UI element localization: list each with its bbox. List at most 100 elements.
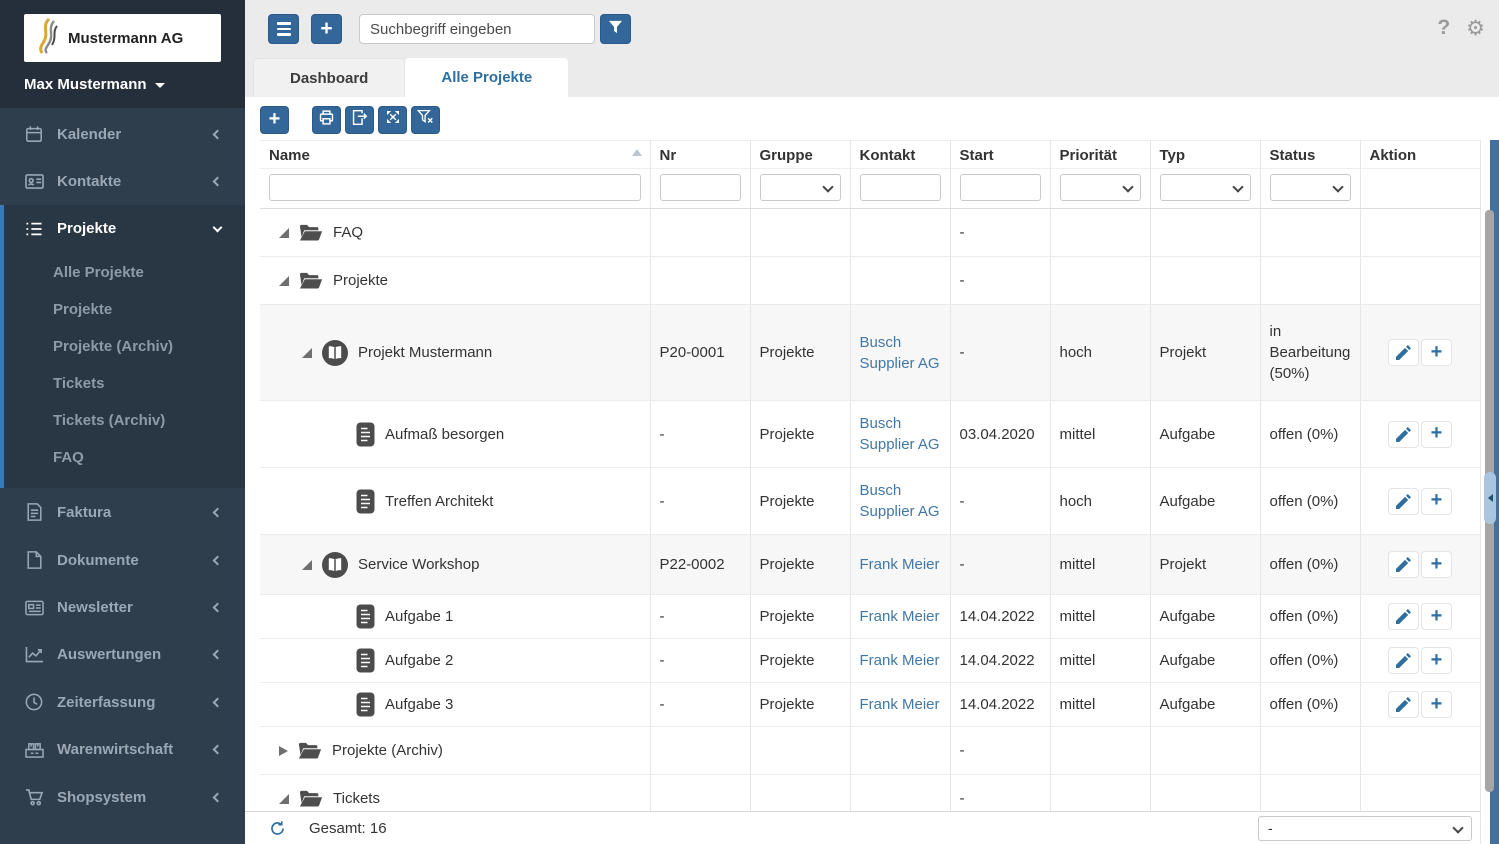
sidebar-item-dokumente[interactable]: Dokumente <box>0 536 245 584</box>
contact-link[interactable]: Busch Supplier AG <box>860 415 940 453</box>
edit-button[interactable] <box>1388 647 1419 674</box>
table-row[interactable]: Projekte (Archiv) - <box>260 726 1481 775</box>
sidebar-subitem-faq[interactable]: FAQ <box>4 439 245 476</box>
sidebar-item-faktura[interactable]: Faktura <box>0 488 245 536</box>
filter-select-status[interactable] <box>1269 174 1351 201</box>
row-name: Aufgabe 3 <box>385 696 454 713</box>
edit-button[interactable] <box>1388 691 1419 718</box>
expand-button[interactable] <box>378 105 407 134</box>
edit-button[interactable] <box>1388 420 1419 448</box>
tree-collapse-icon[interactable] <box>302 559 312 570</box>
add-subitem-button[interactable]: + <box>1421 647 1452 674</box>
scroll-drag-handle[interactable] <box>1484 472 1496 524</box>
tree-expand-icon[interactable] <box>279 745 288 756</box>
contact-link[interactable]: Busch Supplier AG <box>860 482 940 520</box>
pencil-icon <box>1396 493 1411 509</box>
print-button[interactable] <box>312 105 341 134</box>
sidebar-subitem-tickets-archiv[interactable]: Tickets (Archiv) <box>4 402 245 439</box>
filter-select-prioritt[interactable] <box>1059 174 1141 201</box>
filter-select-typ[interactable] <box>1159 174 1251 201</box>
filter-input-start[interactable] <box>959 174 1041 201</box>
export-button[interactable] <box>345 105 374 134</box>
add-subitem-button[interactable]: + <box>1421 603 1452 630</box>
sidebar-item-kontakte[interactable]: Kontakte <box>0 158 245 205</box>
add-button[interactable]: + <box>311 14 342 44</box>
tab-dashboard[interactable]: Dashboard <box>253 58 406 97</box>
tree-collapse-icon[interactable] <box>302 347 312 358</box>
table-row[interactable]: Projekt Mustermann P20-0001 Projekte Busch … <box>260 304 1481 401</box>
table-row[interactable]: FAQ - <box>260 208 1481 257</box>
filter-input-nr[interactable] <box>659 174 741 201</box>
table-row[interactable]: Aufgabe 1 - Projekte Frank Meier 14.04.2022 m… <box>260 594 1481 639</box>
contact-link[interactable]: Frank Meier <box>860 652 940 669</box>
cell-kontakt: Busch Supplier AG <box>850 467 951 535</box>
sidebar-subitem-projekte[interactable]: Projekte <box>4 291 245 328</box>
edit-button[interactable] <box>1388 603 1419 630</box>
sidebar-item-zeiterfassung[interactable]: Zeiterfassung <box>0 678 245 726</box>
edit-button[interactable] <box>1388 487 1419 515</box>
column-header-start[interactable]: Start <box>950 140 1051 169</box>
contact-link[interactable]: Frank Meier <box>860 556 940 573</box>
filter-select-gruppe[interactable] <box>759 174 841 201</box>
cell-aktion <box>1360 256 1481 305</box>
cell-aktion: + <box>1360 682 1481 727</box>
filter-input-kontakt[interactable] <box>859 174 941 201</box>
sort-ascending-icon[interactable] <box>631 149 642 156</box>
sidebar-item-shopsystem[interactable]: Shopsystem <box>0 773 245 821</box>
clear-filter-button[interactable] <box>411 105 440 134</box>
column-header-name[interactable]: Name <box>260 140 651 169</box>
table-row[interactable]: Aufgabe 2 - Projekte Frank Meier 14.04.2022 m… <box>260 638 1481 683</box>
gear-icon[interactable]: ⚙ <box>1466 17 1485 39</box>
sidebar-item-newsletter[interactable]: Newsletter <box>0 584 245 631</box>
menu-toggle-button[interactable] <box>268 14 299 44</box>
filter-input-name[interactable] <box>269 174 641 201</box>
plus-icon: + <box>1430 604 1443 627</box>
sidebar-item-projekte[interactable]: Projekte <box>4 205 245 252</box>
refresh-icon[interactable] <box>269 820 286 837</box>
company-logo[interactable]: Mustermann AG <box>24 14 221 62</box>
search-input[interactable] <box>359 14 595 44</box>
contact-link[interactable]: Busch Supplier AG <box>860 334 940 372</box>
column-header-aktion[interactable]: Aktion <box>1360 140 1481 169</box>
table-row[interactable]: Aufmaß besorgen - Projekte Busch Supplier A… <box>260 400 1481 468</box>
sidebar-subitem-projekte-archiv[interactable]: Projekte (Archiv) <box>4 328 245 365</box>
tab-alle-projekte[interactable]: Alle Projekte <box>405 58 569 97</box>
sidebar-item-auswertungen[interactable]: Auswertungen <box>0 631 245 678</box>
tree-collapse-icon[interactable] <box>279 227 289 238</box>
column-header-gruppe[interactable]: Gruppe <box>750 140 851 169</box>
sidebar-subitem-alle-projekte[interactable]: Alle Projekte <box>4 254 245 291</box>
edit-button[interactable] <box>1388 551 1419 578</box>
add-subitem-button[interactable]: + <box>1421 487 1452 515</box>
add-subitem-button[interactable]: + <box>1421 551 1452 578</box>
contact-link[interactable]: Frank Meier <box>860 608 940 625</box>
column-header-typ[interactable]: Typ <box>1150 140 1261 169</box>
help-icon[interactable]: ? <box>1437 16 1450 40</box>
page-select[interactable]: - <box>1258 815 1472 841</box>
column-header-kontakt[interactable]: Kontakt <box>850 140 951 169</box>
table-row[interactable]: Service Workshop P22-0002 Projekte Frank Me… <box>260 534 1481 595</box>
edit-button[interactable] <box>1388 339 1419 366</box>
sidebar-item-kalender[interactable]: Kalender <box>0 110 245 158</box>
column-header-status[interactable]: Status <box>1260 140 1361 169</box>
search-filter-button[interactable] <box>600 14 631 44</box>
plus-icon: + <box>1430 552 1443 575</box>
user-menu[interactable]: Max Mustermann <box>24 62 221 108</box>
filter-cell <box>950 168 1051 209</box>
table-row[interactable]: Aufgabe 3 - Projekte Frank Meier 14.04.2022 m… <box>260 682 1481 727</box>
contact-link[interactable]: Frank Meier <box>860 696 940 713</box>
sidebar-subitem-tickets[interactable]: Tickets <box>4 365 245 402</box>
column-header-nr[interactable]: Nr <box>650 140 751 169</box>
sidebar-item-warenwirtschaft[interactable]: Warenwirtschaft <box>0 726 245 773</box>
cell-prioritaet: mittel <box>1050 638 1151 683</box>
tree-collapse-icon[interactable] <box>279 793 289 804</box>
add-subitem-button[interactable]: + <box>1421 420 1452 448</box>
add-subitem-button[interactable]: + <box>1421 339 1452 366</box>
table-row[interactable]: Treffen Architekt - Projekte Busch Supplier… <box>260 467 1481 535</box>
column-header-prioritt[interactable]: Priorität <box>1050 140 1151 169</box>
add-row-button[interactable]: + <box>260 105 289 134</box>
add-subitem-button[interactable]: + <box>1421 691 1452 718</box>
tree-collapse-icon[interactable] <box>279 275 289 286</box>
hamburger-icon <box>276 22 291 36</box>
table-row[interactable]: Projekte - <box>260 256 1481 305</box>
document-icon <box>356 604 375 629</box>
